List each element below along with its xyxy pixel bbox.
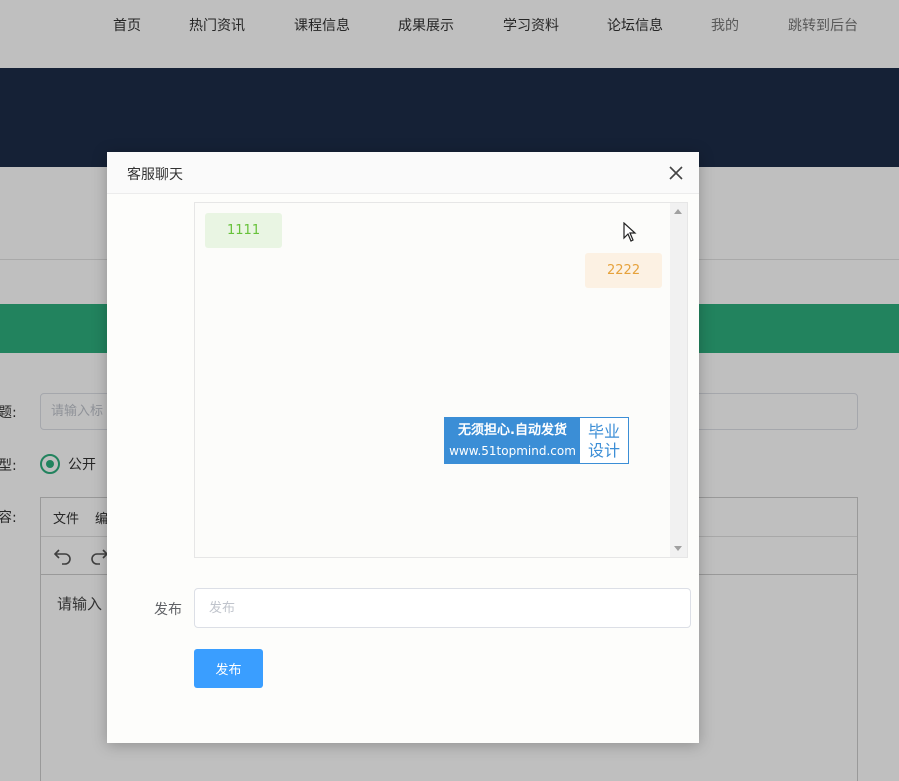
watermark-url: www.51topmind.com: [449, 443, 576, 458]
scroll-down-icon[interactable]: [674, 546, 682, 551]
publish-field-label: 发布: [154, 602, 182, 618]
publish-input[interactable]: [194, 588, 691, 628]
chat-message-list: 1111 2222 无须担心.自动发货 www.51topmind.com 毕业…: [194, 202, 688, 558]
scroll-up-icon[interactable]: [674, 209, 682, 214]
publish-button[interactable]: 发布: [194, 649, 263, 688]
watermark-badge-line1: 毕业: [587, 421, 620, 441]
watermark-line1: 无须担心.自动发货: [458, 422, 567, 438]
dialog-header: 客服聊天: [107, 152, 699, 194]
watermark-badge-line2: 设计: [587, 440, 620, 460]
chat-message-sent: 2222: [585, 253, 663, 288]
mouse-cursor-icon: [623, 221, 637, 246]
chat-message-received: 1111: [205, 213, 283, 248]
customer-service-chat-dialog: 客服聊天 1111 2222 无须担心.自动发货 www.51topmind.c…: [107, 152, 699, 743]
watermark-logo: 无须担心.自动发货 www.51topmind.com 毕业 设计: [444, 417, 629, 464]
chat-scrollbar[interactable]: [670, 203, 687, 557]
close-icon[interactable]: [665, 162, 687, 184]
dialog-title: 客服聊天: [127, 167, 183, 183]
